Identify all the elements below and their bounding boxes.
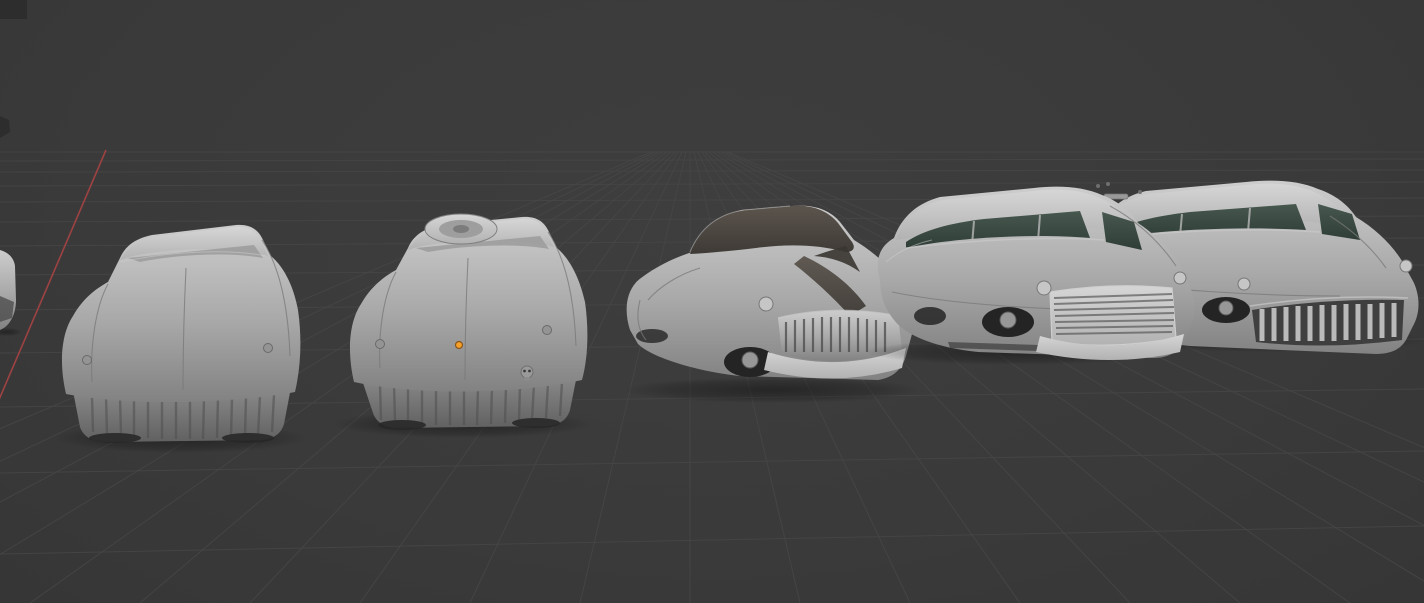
car-model-3[interactable] xyxy=(624,205,920,403)
car-3-front-hubcap xyxy=(741,351,759,369)
car-3-headlight-left xyxy=(758,296,774,312)
car-5-front-hubcap xyxy=(1218,300,1234,316)
car-shadow xyxy=(0,328,22,336)
car-model-2[interactable] xyxy=(330,213,594,438)
car-5-headlight-right xyxy=(1399,259,1413,273)
car-4-rear-wheel xyxy=(914,307,946,325)
car-1-wheel-gap-right xyxy=(222,433,274,443)
car-shadow xyxy=(624,377,920,403)
car-2-wheel-gap-left xyxy=(378,420,426,430)
car-2-wheel-gap-right xyxy=(512,418,560,428)
viewport-canvas[interactable] xyxy=(0,0,1424,603)
car-2-fender-ornament-right xyxy=(542,325,552,335)
car-4-front-hubcap xyxy=(999,311,1017,329)
car-2-fender-ornament-left xyxy=(375,339,385,349)
car-4-headlight-left xyxy=(1036,280,1052,296)
car-model-1[interactable] xyxy=(52,224,308,453)
car-4-headlight-right xyxy=(1173,271,1187,285)
car-1-wheel-gap-left xyxy=(89,433,141,443)
car-4-roof-dot-1 xyxy=(1096,184,1100,188)
offscreen-object-fragment-left[interactable] xyxy=(0,116,10,138)
car-2-roof-tire xyxy=(424,213,498,245)
object-origin-dot[interactable] xyxy=(454,340,464,350)
car-5-headlight-left xyxy=(1237,277,1251,291)
car-1-fender-ornament-right xyxy=(263,343,273,353)
3d-viewport[interactable] xyxy=(0,0,1424,603)
car-5-roof-dot xyxy=(1138,190,1142,194)
car-model-6-edge-sliver[interactable] xyxy=(0,250,22,336)
offscreen-object-fragment-top-left[interactable] xyxy=(0,0,27,19)
car-1-fender-ornament-left xyxy=(82,355,92,365)
car-4-roof-dot-2 xyxy=(1106,182,1110,186)
